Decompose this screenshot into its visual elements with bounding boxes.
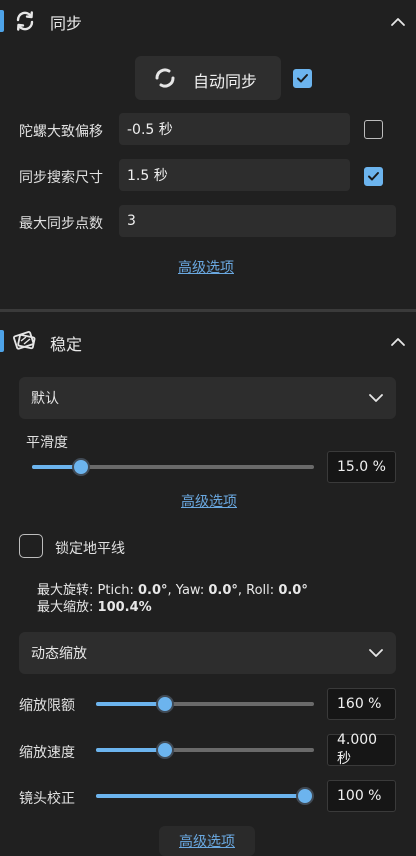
roll-value: 0.0° [278,583,308,598]
sync-search-size-field[interactable]: 1.5 秒 [119,159,350,191]
chevron-down-icon [369,394,383,402]
sync-search-size-checkbox[interactable] [364,167,383,186]
stabilization-collapse-chevron-icon[interactable] [390,334,406,350]
auto-sync-button[interactable]: 自动同步 [135,56,281,100]
smoothness-slider[interactable] [32,457,314,477]
stabilization-icon [13,331,36,350]
stabilization-section-accent [0,330,4,352]
auto-sync-checkbox[interactable] [293,69,312,88]
zoom-speed-label: 缩放速度 [19,745,75,761]
max-zoom-label: 最大缩放: [37,600,94,615]
lock-horizon-checkbox[interactable] [19,534,43,558]
sync-section-title: 同步 [50,14,83,33]
max-rotation-label: 最大旋转: [37,583,94,598]
gyro-offset-checkbox[interactable] [364,120,383,139]
sync-section-accent [0,10,4,32]
pitch-value: 0.0° [138,583,168,598]
max-sync-points-label: 最大同步点数 [19,216,103,232]
smoothness-value-field[interactable]: 15.0 % [327,451,396,483]
lock-horizon-label: 锁定地平线 [55,541,125,557]
zoom-speed-value-field[interactable]: 4.000 秒 [327,732,396,767]
chevron-down-icon [369,649,383,657]
stabilization-method-value: 默认 [31,391,59,407]
max-zoom-value: 100.4% [97,600,152,615]
pitch-label: Ptich: [97,583,134,598]
sync-search-size-label: 同步搜索尺寸 [19,170,103,186]
max-rotation-info: 最大旋转: Ptich: 0.0°, Yaw: 0.0°, Roll: 0.0° [37,583,308,598]
zoom-speed-slider[interactable] [96,740,314,760]
lens-advanced-options-link[interactable]: 高级选项 [179,831,235,851]
lens-correction-value-field[interactable]: 100 % [327,780,396,812]
zoom-limit-slider[interactable] [96,694,314,714]
gyro-offset-field[interactable]: -0.5 秒 [119,113,350,145]
auto-sync-label: 自动同步 [193,72,258,91]
stabilization-section-title: 稳定 [50,335,83,354]
zoom-mode-dropdown[interactable]: 动态缩放 [19,632,396,674]
zoom-limit-value-field[interactable]: 160 % [327,688,396,720]
lens-correction-label: 镜头校正 [19,791,75,807]
smoothness-label: 平滑度 [26,435,68,451]
zoom-mode-value: 动态缩放 [31,646,87,662]
slider-thumb[interactable] [296,787,314,805]
sync-collapse-chevron-icon[interactable] [390,14,406,30]
yaw-label: Yaw: [175,583,205,598]
lens-correction-slider[interactable] [96,786,314,806]
stabilization-advanced-options-link[interactable]: 高级选项 [181,491,237,511]
gyro-offset-label: 陀螺大致偏移 [19,124,103,140]
roll-label: Roll: [246,583,275,598]
max-zoom-info: 最大缩放: 100.4% [37,600,152,616]
auto-sync-spinner-icon [155,68,175,88]
slider-thumb[interactable] [156,695,174,713]
yaw-value: 0.0° [208,583,238,598]
max-sync-points-field[interactable]: 3 [119,205,396,237]
slider-thumb[interactable] [71,458,90,476]
lens-advanced-options-button[interactable]: 高级选项 [159,826,255,856]
section-divider [0,309,416,312]
zoom-limit-label: 缩放限额 [19,698,75,714]
sync-advanced-options-link[interactable]: 高级选项 [178,257,234,277]
stabilization-method-dropdown[interactable]: 默认 [19,377,396,419]
slider-thumb[interactable] [156,741,174,759]
sync-icon [16,11,34,31]
